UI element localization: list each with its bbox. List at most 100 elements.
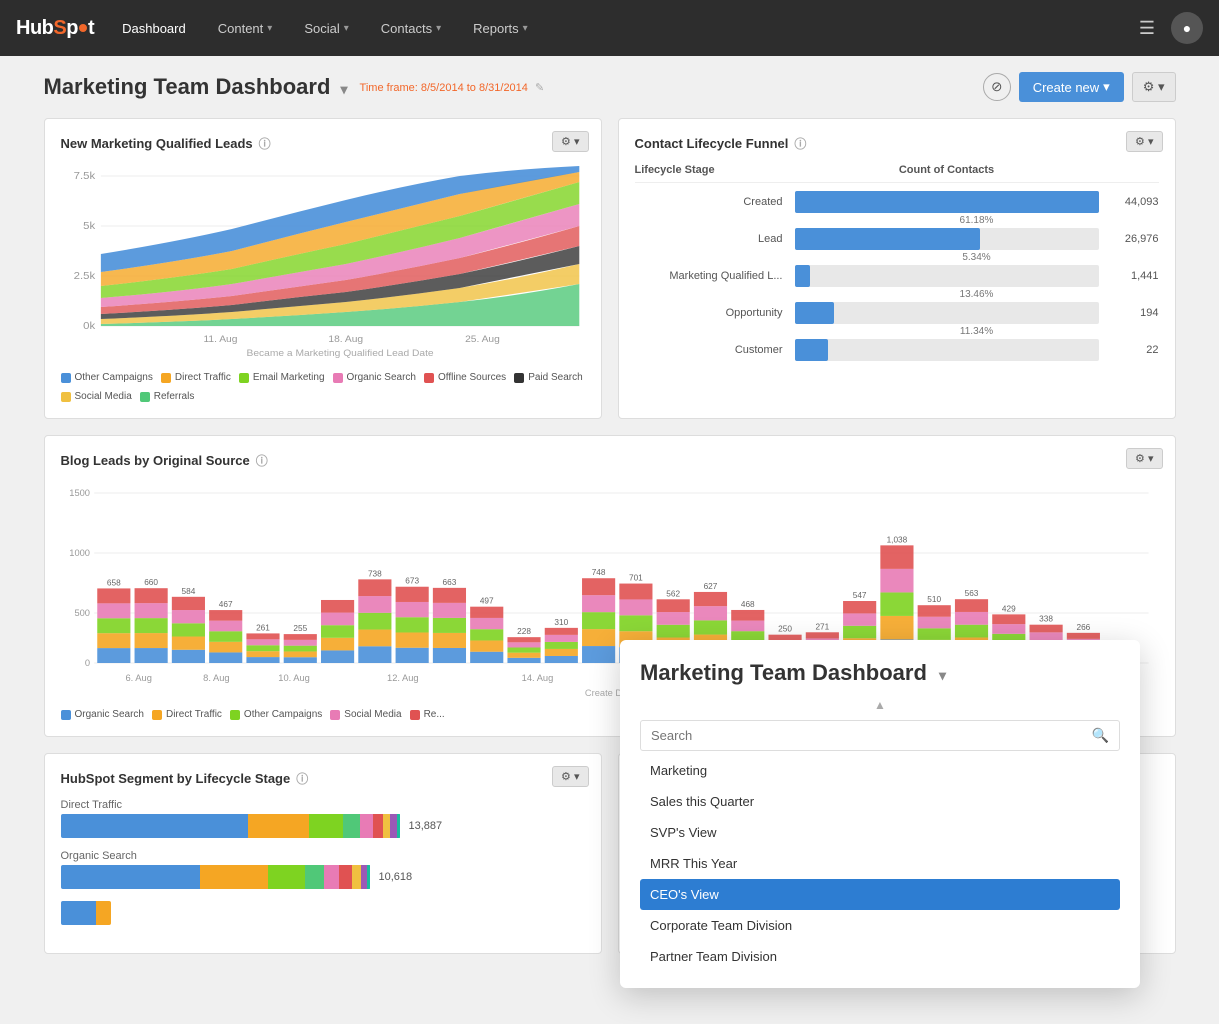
dropdown-item-4[interactable]: CEO's View — [640, 879, 1120, 910]
svg-text:497: 497 — [479, 597, 493, 606]
funnel-row-4: Customer 22 — [635, 339, 1159, 361]
svg-text:658: 658 — [106, 579, 120, 588]
blog-legend-organic: Organic Search — [61, 709, 144, 720]
svg-text:25. Aug: 25. Aug — [465, 335, 500, 345]
svg-text:8. Aug: 8. Aug — [203, 673, 229, 683]
legend-offline-sources: Offline Sources — [424, 372, 506, 383]
content-chevron-icon: ▾ — [267, 23, 272, 34]
nav-reports[interactable]: Reports ▾ — [461, 13, 540, 44]
dropdown-item-3[interactable]: MRR This Year — [640, 848, 1120, 879]
svg-text:468: 468 — [740, 600, 754, 609]
svg-text:228: 228 — [517, 627, 531, 636]
dropdown-caret-indicator: ▲ — [640, 698, 1120, 712]
svg-text:738: 738 — [367, 569, 381, 578]
segment-bar-small — [61, 901, 111, 925]
funnel-row-0: Created 44,093 — [635, 191, 1159, 213]
mql-area-chart: 7.5k 5k 2.5k 0k — [61, 164, 585, 364]
dashboard-dropdown: Marketing Team Dashboard ▾ ▲ 🔍 Marketing… — [620, 640, 1140, 988]
svg-text:660: 660 — [144, 578, 158, 587]
segment-row-organic: Organic Search 1 — [61, 850, 585, 889]
svg-text:510: 510 — [927, 595, 941, 604]
svg-text:255: 255 — [293, 624, 307, 633]
social-chevron-icon: ▾ — [344, 23, 349, 34]
svg-text:467: 467 — [218, 600, 232, 609]
funnel-settings-button[interactable]: ⚙ ▾ — [1126, 131, 1162, 152]
contacts-chevron-icon: ▾ — [436, 23, 441, 34]
svg-text:547: 547 — [852, 591, 866, 600]
segment-row-small — [61, 901, 585, 925]
blog-legend-social: Social Media — [330, 709, 401, 720]
mql-card: New Marketing Qualified Leads ⓘ ⚙ ▾ 7.5k… — [44, 118, 602, 419]
nav-social[interactable]: Social ▾ — [292, 13, 360, 44]
mql-legend: Other Campaigns Direct Traffic Email Mar… — [61, 372, 585, 402]
legend-referrals: Referrals — [140, 391, 195, 402]
nav-content[interactable]: Content ▾ — [206, 13, 285, 44]
nav-contacts[interactable]: Contacts ▾ — [369, 13, 453, 44]
segment-card-title: HubSpot Segment by Lifecycle Stage ⓘ — [61, 770, 585, 787]
blog-legend-campaigns: Other Campaigns — [230, 709, 322, 720]
dropdown-search-container: 🔍 — [640, 720, 1120, 751]
funnel-pct-4: 11.34% — [635, 326, 1159, 337]
target-icon-button[interactable]: ⊘ — [983, 73, 1011, 101]
timeframe-label: Time frame: 8/5/2014 to 8/31/2014 ✎ — [360, 81, 545, 94]
blog-settings-button[interactable]: ⚙ ▾ — [1126, 448, 1162, 469]
funnel-row-1: Lead 26,976 — [635, 228, 1159, 250]
segment-info-icon[interactable]: ⓘ — [296, 770, 308, 787]
svg-text:18. Aug: 18. Aug — [328, 335, 363, 345]
legend-social-media: Social Media — [61, 391, 132, 402]
svg-text:1000: 1000 — [69, 548, 90, 558]
svg-text:701: 701 — [628, 574, 642, 583]
svg-text:11. Aug: 11. Aug — [203, 335, 237, 345]
create-chevron-icon: ▾ — [1103, 79, 1110, 95]
blog-info-icon[interactable]: ⓘ — [256, 452, 268, 469]
brand-logo[interactable]: HubSpt — [16, 17, 94, 40]
dropdown-item-6[interactable]: Partner Team Division — [640, 941, 1120, 972]
hubspot-logo-text: HubSpt — [16, 17, 94, 40]
legend-other-campaigns: Other Campaigns — [61, 372, 153, 383]
funnel-pct-3: 13.46% — [635, 289, 1159, 300]
svg-text:429: 429 — [1001, 605, 1015, 614]
svg-text:1500: 1500 — [69, 488, 90, 498]
dashboard-top-row: New Marketing Qualified Leads ⓘ ⚙ ▾ 7.5k… — [44, 118, 1176, 419]
dropdown-title[interactable]: Marketing Team Dashboard ▾ — [640, 660, 1120, 686]
svg-text:266: 266 — [1076, 623, 1090, 632]
svg-text:271: 271 — [815, 622, 829, 631]
dropdown-item-2[interactable]: SVP's View — [640, 817, 1120, 848]
menu-icon[interactable]: ☰ — [1131, 18, 1163, 39]
svg-text:627: 627 — [703, 582, 717, 591]
funnel-card-title: Contact Lifecycle Funnel ⓘ — [635, 135, 1159, 152]
funnel-row-2: Marketing Qualified L... 1,441 — [635, 265, 1159, 287]
nav-dashboard[interactable]: Dashboard — [110, 13, 198, 44]
mql-info-icon[interactable]: ⓘ — [259, 135, 271, 152]
segment-bar-direct — [61, 814, 401, 838]
svg-text:500: 500 — [74, 608, 90, 618]
mql-chart-svg: 7.5k 5k 2.5k 0k — [61, 164, 585, 364]
svg-text:250: 250 — [778, 625, 792, 634]
svg-text:338: 338 — [1039, 615, 1053, 624]
dashboard-settings-button[interactable]: ⚙ ▾ — [1132, 72, 1176, 102]
segment-settings-button[interactable]: ⚙ ▾ — [552, 766, 588, 787]
svg-text:562: 562 — [666, 589, 680, 598]
svg-text:0k: 0k — [83, 321, 96, 332]
segment-row-direct: Direct Traffic 1 — [61, 799, 585, 838]
dropdown-item-1[interactable]: Sales this Quarter — [640, 786, 1120, 817]
svg-text:10. Aug: 10. Aug — [278, 673, 310, 683]
navbar: HubSpt Dashboard Content ▾ Social ▾ Cont… — [0, 0, 1219, 56]
dropdown-search-input[interactable] — [651, 728, 1084, 743]
mql-settings-button[interactable]: ⚙ ▾ — [552, 131, 588, 152]
user-avatar-icon[interactable]: ● — [1171, 12, 1203, 44]
funnel-card: Contact Lifecycle Funnel ⓘ ⚙ ▾ Lifecycle… — [618, 118, 1176, 419]
create-new-button[interactable]: Create new ▾ — [1019, 72, 1124, 102]
segment-card: HubSpot Segment by Lifecycle Stage ⓘ ⚙ ▾… — [44, 753, 602, 954]
mql-card-title: New Marketing Qualified Leads ⓘ — [61, 135, 585, 152]
dropdown-item-0[interactable]: Marketing — [640, 755, 1120, 786]
header-actions: ⊘ Create new ▾ ⚙ ▾ — [983, 72, 1176, 102]
svg-text:2.5k: 2.5k — [73, 271, 95, 282]
funnel-table: Lifecycle Stage Count of Contacts Create… — [635, 164, 1159, 361]
dropdown-item-5[interactable]: Corporate Team Division — [640, 910, 1120, 941]
funnel-pct-2: 5.34% — [635, 252, 1159, 263]
funnel-info-icon[interactable]: ⓘ — [794, 135, 806, 152]
page-header: Marketing Team Dashboard ▾ Time frame: 8… — [44, 72, 1176, 102]
svg-text:0: 0 — [84, 658, 89, 668]
page-title[interactable]: Marketing Team Dashboard ▾ — [44, 74, 348, 100]
